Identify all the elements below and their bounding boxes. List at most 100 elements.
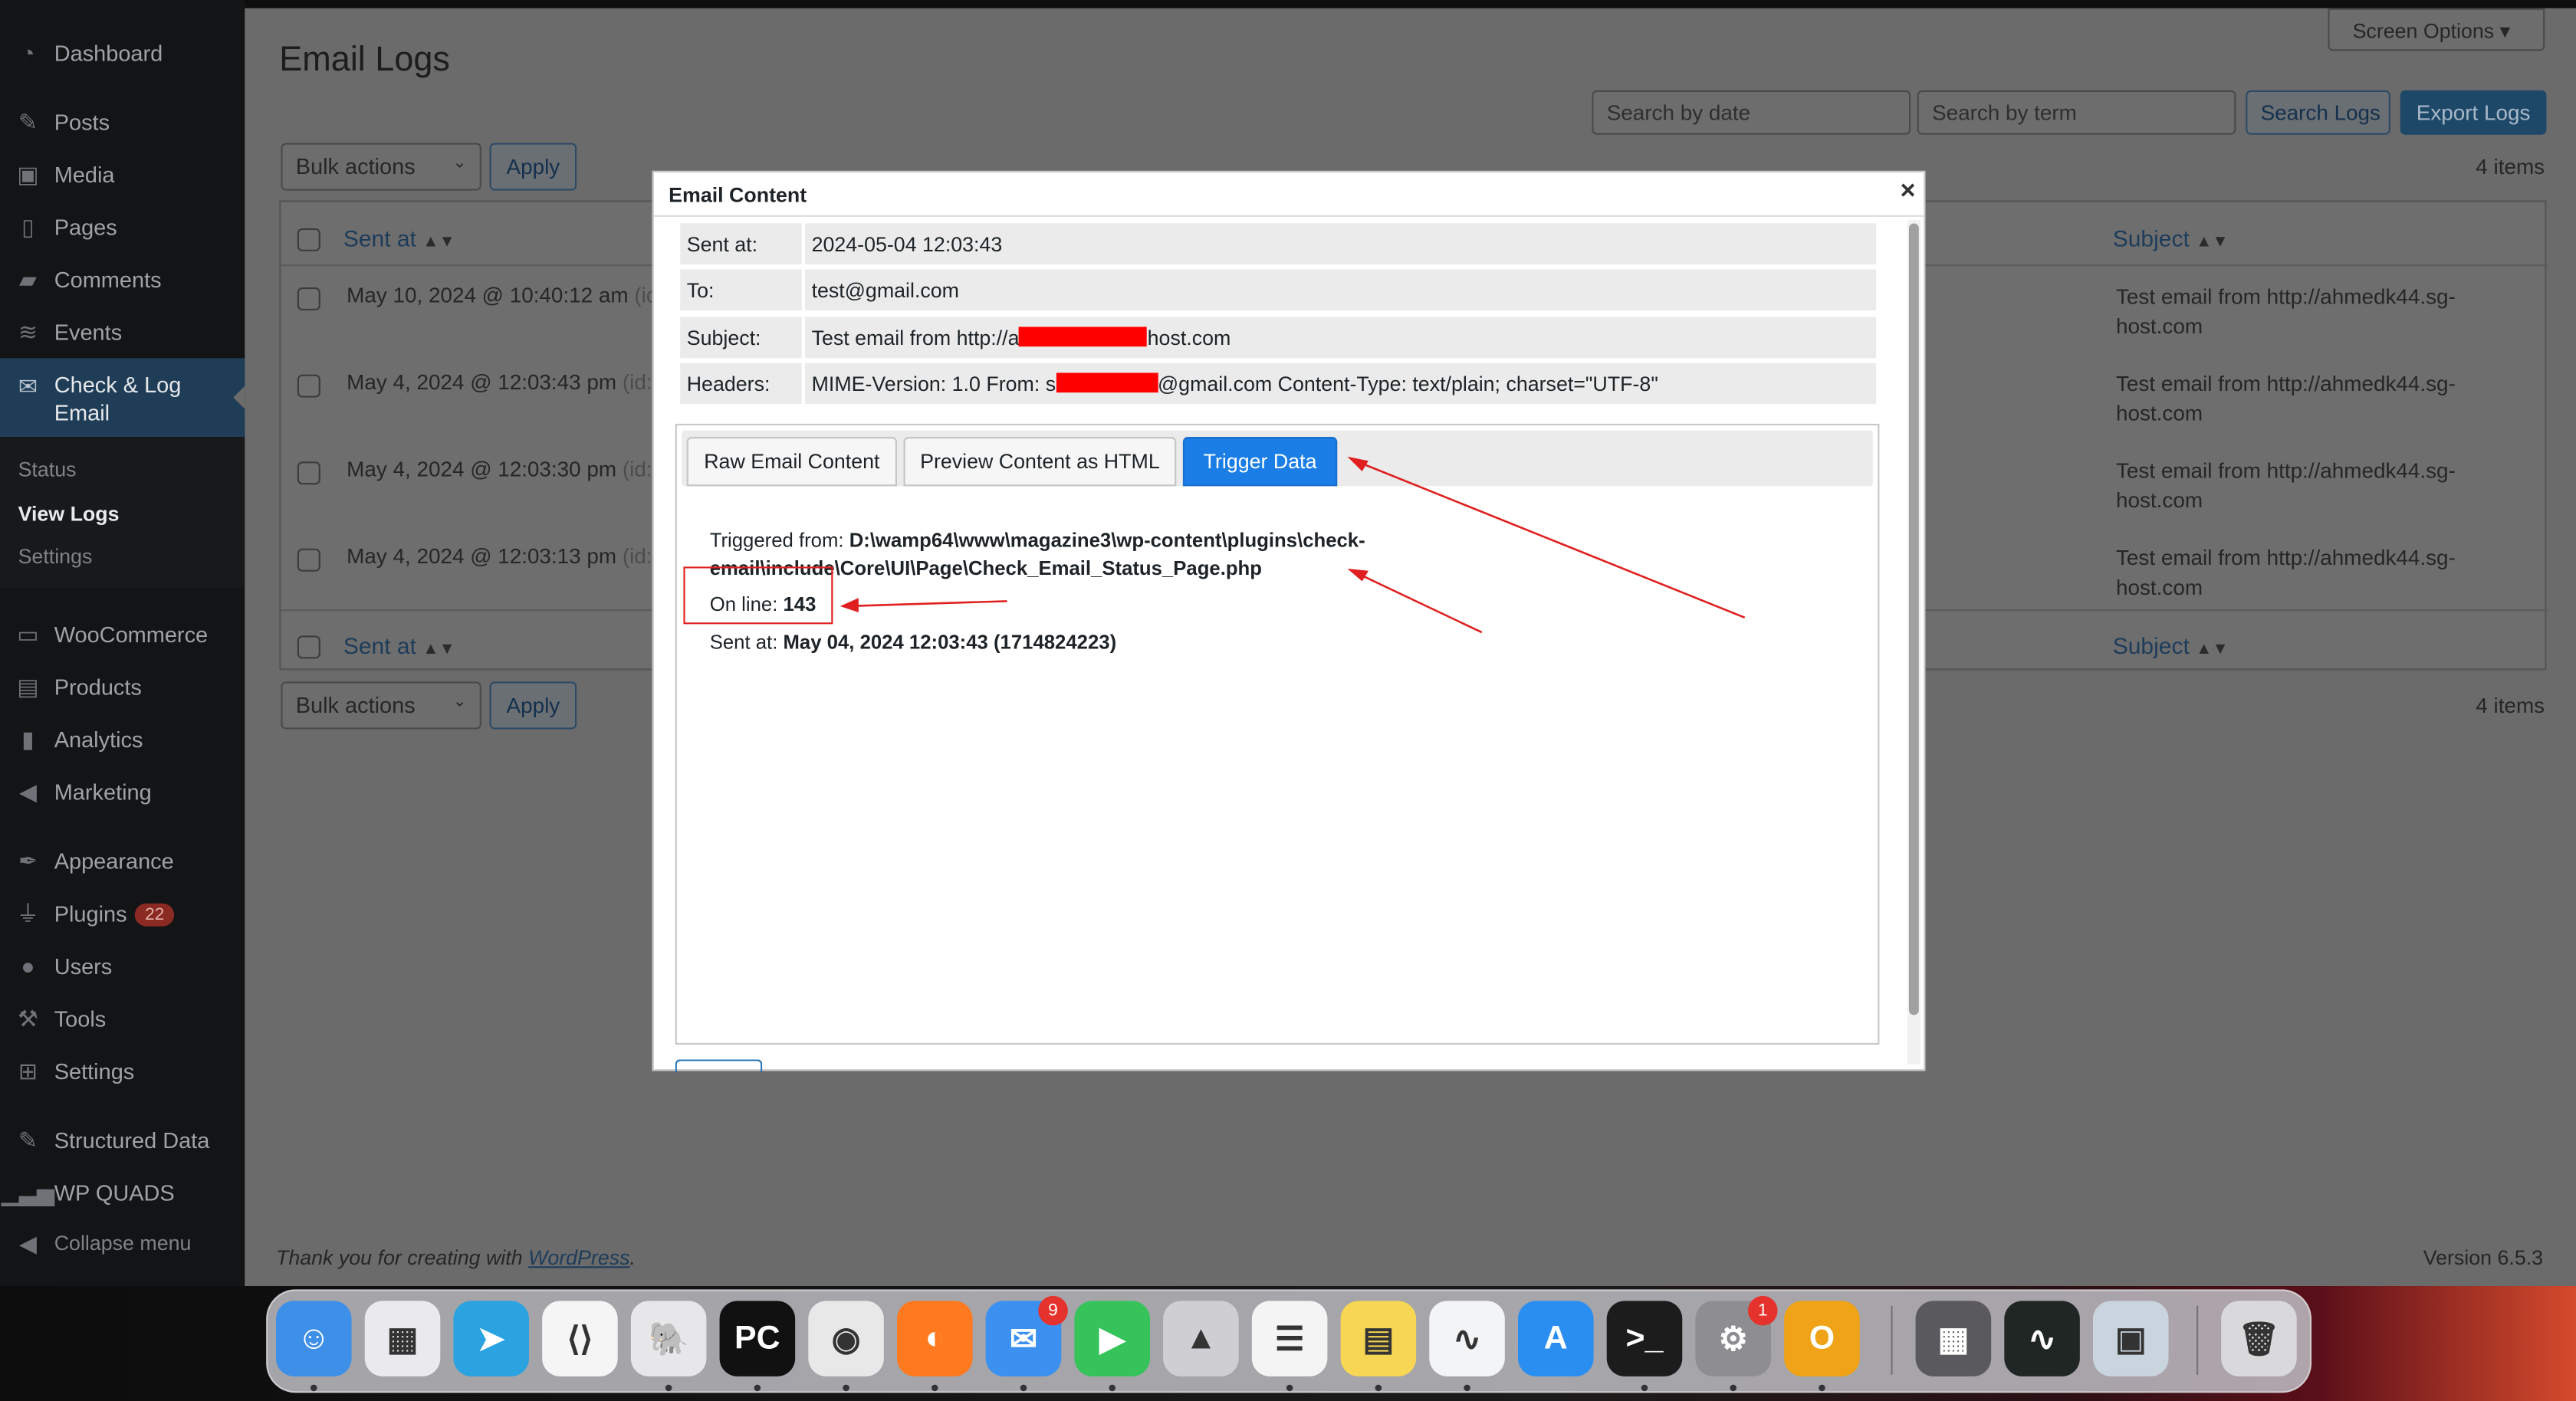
- export-logs-button[interactable]: Export Logs: [2400, 90, 2547, 135]
- subject-column-header[interactable]: Subject ▲▼: [2113, 225, 2229, 251]
- notes-icon[interactable]: ▤: [1340, 1301, 1417, 1376]
- appstore-icon[interactable]: A: [1517, 1301, 1594, 1376]
- select-all-checkbox[interactable]: [297, 228, 320, 251]
- apply-button-top[interactable]: Apply: [489, 143, 577, 191]
- sidebar-item-marketing[interactable]: ◀ Marketing: [0, 767, 245, 816]
- modal-footer-button[interactable]: [675, 1059, 763, 1073]
- trash-icon[interactable]: 🗑: [2221, 1301, 2297, 1376]
- search-logs-button[interactable]: Search Logs: [2246, 90, 2390, 135]
- sidebar-item-products[interactable]: ▤ Products: [0, 662, 245, 711]
- scrollbar-thumb[interactable]: [1909, 223, 1919, 1015]
- freeform-icon[interactable]: ∿: [1429, 1301, 1505, 1376]
- search-by-term-input[interactable]: Search by term: [1917, 90, 2236, 135]
- running-indicator: [1020, 1384, 1027, 1392]
- bulk-actions-select-bottom[interactable]: Bulk actions ⌄: [281, 681, 481, 730]
- sidebar-item-collapse-menu[interactable]: ◀ Collapse menu: [0, 1219, 245, 1268]
- mail-icon[interactable]: ✉ 9: [985, 1295, 1068, 1376]
- bars-icon: ▁▃▅: [1, 1178, 55, 1205]
- apply-button-bottom[interactable]: Apply: [489, 681, 577, 730]
- header-key: Subject:: [680, 317, 802, 359]
- postgres-icon[interactable]: 🐘: [630, 1301, 707, 1376]
- chrome-icon[interactable]: ◉: [808, 1301, 884, 1376]
- sort-icon: ▲▼: [422, 233, 455, 251]
- footer-thanks: Thank you for creating with WordPress.: [276, 1247, 636, 1270]
- sidebar-item-pages[interactable]: ▯ Pages: [0, 202, 245, 251]
- running-indicator: [1375, 1384, 1382, 1392]
- wrench-icon: ⚒: [17, 1004, 38, 1031]
- system-settings-icon[interactable]: ⚙ 1: [1695, 1295, 1778, 1376]
- wordpress-link[interactable]: WordPress: [528, 1247, 629, 1270]
- sent-at-column-footer[interactable]: Sent at ▲▼: [343, 632, 455, 658]
- settings-icon: ⊞: [18, 1057, 38, 1084]
- tab-raw-email-content[interactable]: Raw Email Content: [686, 437, 897, 487]
- highlight-box: [683, 566, 833, 625]
- activity-monitor-icon[interactable]: ∿: [2004, 1301, 2080, 1376]
- row-checkbox[interactable]: [297, 461, 320, 485]
- running-indicator: [1641, 1384, 1648, 1392]
- subject-prefix: Test email from http://a: [811, 326, 1020, 350]
- facetime-icon[interactable]: ▶: [1074, 1301, 1150, 1376]
- header-value: MIME-Version: 1.0 From: s @gmail.com Cont…: [805, 363, 1877, 405]
- media-icon: ▣: [17, 159, 39, 187]
- sidebar-item-plugins[interactable]: ⏚ Plugins 22: [0, 888, 245, 937]
- sidebar-item-wp-quads[interactable]: ▁▃▅ WP QUADS: [0, 1168, 245, 1217]
- vlc-icon[interactable]: ▲: [1163, 1301, 1239, 1376]
- chart-icon: ▮: [21, 725, 34, 752]
- sidebar-item-structured-data[interactable]: ✎ Structured Data: [0, 1115, 245, 1164]
- row-sent-at: May 4, 2024 @ 12:03:13 pm (id:1: [347, 543, 664, 568]
- sent-at-column-header[interactable]: Sent at ▲▼: [343, 225, 455, 251]
- select-all-checkbox-footer[interactable]: [297, 635, 320, 659]
- row-subject: Test email from http://ahmedk44.sg-host.…: [2116, 371, 2456, 426]
- sidebar-item-analytics[interactable]: ▮ Analytics: [0, 714, 245, 763]
- pin-icon: ✎: [18, 107, 38, 134]
- opera-icon[interactable]: O: [1784, 1301, 1860, 1376]
- subject-suffix: host.com: [1147, 326, 1231, 350]
- sidebar-item-users[interactable]: ● Users: [0, 941, 245, 990]
- launchpad-icon[interactable]: ▦: [364, 1301, 441, 1376]
- row-checkbox[interactable]: [297, 287, 320, 311]
- tab-trigger-data[interactable]: Trigger Data: [1182, 437, 1338, 487]
- dock-separator: [1891, 1305, 1893, 1375]
- terminal-icon[interactable]: >_: [1606, 1301, 1683, 1376]
- tab-preview-content-html[interactable]: Preview Content as HTML: [903, 437, 1177, 487]
- bulk-actions-select-top[interactable]: Bulk actions ⌄: [281, 143, 481, 191]
- plugins-update-badge: 22: [135, 902, 175, 926]
- submenu-item-status[interactable]: Status: [18, 458, 77, 481]
- reminders-icon[interactable]: ☰: [1251, 1301, 1328, 1376]
- row-checkbox[interactable]: [297, 374, 320, 398]
- screen-options-button[interactable]: Screen Options ▾: [2328, 8, 2545, 51]
- pycharm-icon[interactable]: PC: [719, 1301, 796, 1376]
- sidebar-item-woocommerce[interactable]: ▭ WooCommerce: [0, 609, 245, 658]
- submenu-item-settings[interactable]: Settings: [18, 546, 93, 569]
- chevron-down-icon: ⌄: [452, 154, 467, 173]
- finder-icon[interactable]: ☺: [276, 1301, 352, 1376]
- header-row-to: To: test@gmail.com: [680, 269, 1877, 311]
- firefox-icon[interactable]: ◐: [897, 1301, 973, 1376]
- sidebar-item-media[interactable]: ▣ Media: [0, 149, 245, 199]
- subject-column-footer[interactable]: Subject ▲▼: [2113, 632, 2229, 658]
- sidebar-item-comments[interactable]: ▰ Comments: [0, 254, 245, 303]
- row-sent-at: May 10, 2024 @ 10:40:12 am (id:: [347, 283, 664, 307]
- close-icon[interactable]: ×: [1901, 177, 1916, 207]
- page-title: Email Logs: [279, 41, 450, 79]
- bulk-actions-label: Bulk actions: [295, 154, 416, 179]
- sent-at-value: May 04, 2024 12:03:43 (1714824223): [783, 630, 1117, 654]
- calculator-icon[interactable]: ▦: [1915, 1301, 1992, 1376]
- header-value: 2024-05-04 12:03:43: [805, 223, 1877, 265]
- sidebar-item-tools[interactable]: ⚒ Tools: [0, 994, 245, 1043]
- telegram-icon[interactable]: ➤: [453, 1301, 529, 1376]
- preview-icon[interactable]: ▣: [2093, 1301, 2169, 1376]
- sidebar-item-check-log-email[interactable]: ✉ Check & Log Email: [0, 358, 245, 438]
- sidebar-item-dashboard[interactable]: ◔ Dashboard: [0, 28, 245, 77]
- search-by-date-input[interactable]: Search by date: [1592, 90, 1911, 135]
- header-key: Sent at:: [680, 223, 802, 265]
- row-checkbox[interactable]: [297, 548, 320, 572]
- submenu-item-view-logs[interactable]: View Logs: [18, 503, 120, 526]
- footer-text: Thank you for creating with: [276, 1246, 523, 1270]
- sidebar-item-events[interactable]: ≋ Events: [0, 307, 245, 356]
- notification-badge: 9: [1038, 1295, 1068, 1326]
- sidebar-item-posts[interactable]: ✎ Posts: [0, 97, 245, 146]
- vscode-icon[interactable]: ⟨⟩: [542, 1301, 618, 1376]
- sidebar-item-settings[interactable]: ⊞ Settings: [0, 1046, 245, 1095]
- sidebar-item-appearance[interactable]: ✒ Appearance: [0, 836, 245, 885]
